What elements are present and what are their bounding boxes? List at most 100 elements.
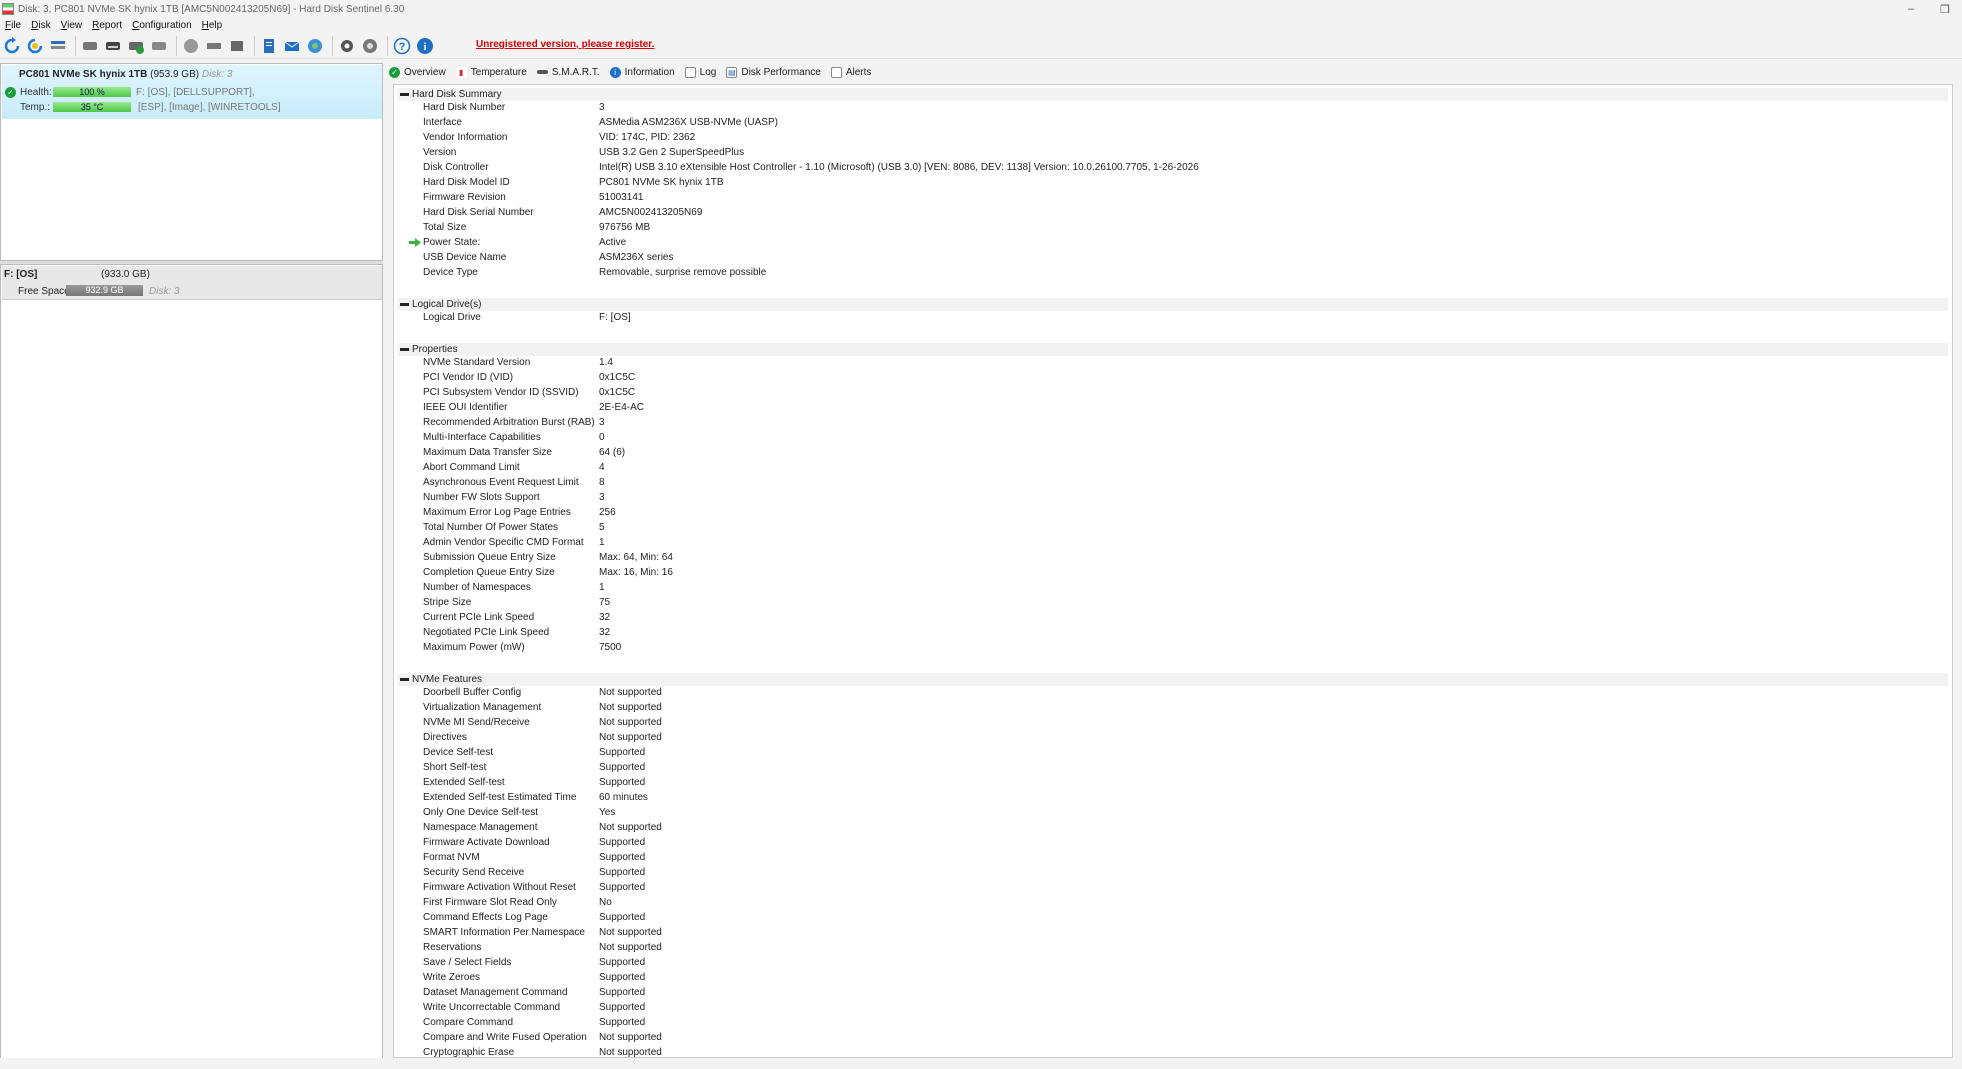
report-icon[interactable] [259,36,279,56]
info-value: 60 minutes [599,792,648,803]
volume-panel: F: [OS] (933.0 GB) Free Space 932.9 GB D… [0,264,383,1064]
info-row: Firmware Revision 51003141 [394,191,1944,206]
alert-icon [830,66,842,78]
refresh-all-icon[interactable] [25,36,45,56]
info-value: 0x1C5C [599,372,636,383]
volume-card[interactable]: F: [OS] (933.0 GB) Free Space 932.9 GB D… [2,266,382,300]
tab-information[interactable]: i Information [609,66,675,78]
collapse-icon[interactable] [400,93,409,96]
sound-icon[interactable] [360,36,380,56]
info-value: Removable, surprise remove possible [599,267,767,278]
section-title: Properties [412,344,458,355]
collapse-icon[interactable] [400,303,409,306]
app-icon [2,3,14,15]
menu-file[interactable]: File [0,20,26,31]
collapse-icon[interactable] [400,348,409,351]
tab-alerts[interactable]: Alerts [830,66,871,78]
info-value: 3 [599,492,605,503]
section-header-logical[interactable]: Logical Drive(s) [398,298,1948,311]
network-disk-icon[interactable] [204,36,224,56]
menu-report[interactable]: Report [87,20,127,31]
refresh-icon[interactable] [2,36,22,56]
info-row: Reservations Not supported [394,941,1944,956]
info-value: F: [OS] [599,312,631,323]
menu-configuration[interactable]: Configuration [127,20,197,31]
section-header-properties[interactable]: Properties [398,343,1948,356]
info-key: Hard Disk Serial Number [423,207,534,218]
info-row: Only One Device Self-test Yes [394,806,1944,821]
collapse-icon[interactable] [400,678,409,681]
info-row: Firmware Activate Download Supported [394,836,1944,851]
info-value: Supported [599,762,646,773]
info-key: IEEE OUI Identifier [423,402,508,413]
disk-tool-icon[interactable] [80,36,100,56]
hdd-icon[interactable] [181,36,201,56]
info-row: Maximum Power (mW) 7500 [394,641,1944,656]
info-value: Not supported [599,702,662,713]
disk-test-icon[interactable] [103,36,123,56]
info-key: Write Zeroes [423,972,481,983]
info-row: Total Number Of Power States 5 [394,521,1944,536]
info-value: Not supported [599,732,662,743]
tab-log[interactable]: Log [684,66,716,78]
info-value: 976756 MB [599,222,651,233]
info-row: Firmware Activation Without Reset Support… [394,881,1944,896]
info-value: 0 [599,432,605,443]
info-key: PCI Subsystem Vendor ID (SSVID) [423,387,579,398]
info-key: Interface [423,117,462,128]
info-icon[interactable]: i [415,36,435,56]
info-row: Asynchronous Event Request Limit 8 [394,476,1944,491]
info-key: Maximum Data Transfer Size [423,447,552,458]
disk-repair-icon[interactable] [149,36,169,56]
disk-name: PC801 NVMe SK hynix 1TB [19,69,148,80]
info-value: Supported [599,852,646,863]
free-space-value: 932.9 GB [85,285,124,295]
temperature-value: 35 °C [80,102,104,112]
disk-list-icon[interactable] [48,36,68,56]
tab-overview[interactable]: ✓ Overview [389,66,446,78]
section-header-summary[interactable]: Hard Disk Summary [398,88,1948,101]
info-value: 8 [599,477,605,488]
chart-icon: ▤ [726,66,738,78]
menu-disk[interactable]: Disk [26,20,55,31]
info-key: Compare and Write Fused Operation [423,1032,587,1043]
info-key: Stripe Size [423,597,472,608]
info-value: 3 [599,102,605,113]
disk-card[interactable]: PC801 NVMe SK hynix 1TB (953.9 GB) Disk:… [2,65,382,119]
info-value: No [599,897,612,908]
info-row: Interface ASMedia ASM236X USB-NVMe (UASP) [394,116,1944,131]
section-header-features[interactable]: NVMe Features [398,673,1948,686]
mail-icon[interactable] [282,36,302,56]
toolbar-separator [176,35,177,56]
tab-smart[interactable]: S.M.A.R.T. [536,67,600,78]
toolbar-separator [254,35,255,56]
unregistered-link[interactable]: Unregistered version, please register. [476,39,654,50]
info-row: Namespace Management Not supported [394,821,1944,836]
tab-temperature[interactable]: ▮ Temperature [455,66,527,78]
external-disk-icon[interactable] [227,36,247,56]
svg-text:?: ? [399,41,406,53]
minimize-button[interactable]: – [1894,0,1928,18]
info-row: Command Effects Log Page Supported [394,911,1944,926]
settings-icon[interactable] [337,36,357,56]
temperature-bar: 35 °C [53,102,131,112]
info-key: Firmware Revision [423,192,506,203]
info-value: Not supported [599,927,662,938]
info-row: Multi-Interface Capabilities 0 [394,431,1944,446]
info-value: ASMedia ASM236X USB-NVMe (UASP) [599,117,778,128]
help-icon[interactable]: ? [392,36,412,56]
info-value: 1 [599,582,605,593]
info-value: 1.4 [599,357,613,368]
info-key: Format NVM [423,852,480,863]
information-content[interactable]: Hard Disk Summary Hard Disk Number 3 Interf… [393,84,1953,1058]
tab-disk-performance[interactable]: ▤ Disk Performance [726,66,821,78]
menu-view[interactable]: View [56,20,88,31]
info-row: SMART Information Per Namespace Not suppo… [394,926,1944,941]
disk-check-icon[interactable] [126,36,146,56]
info-key: Virtualization Management [423,702,542,713]
menu-help[interactable]: Help [197,20,228,31]
info-row: Compare Command Supported [394,1016,1944,1031]
info-value: Not supported [599,822,662,833]
web-report-icon[interactable] [305,36,325,56]
restore-button[interactable]: ❐ [1928,0,1962,18]
